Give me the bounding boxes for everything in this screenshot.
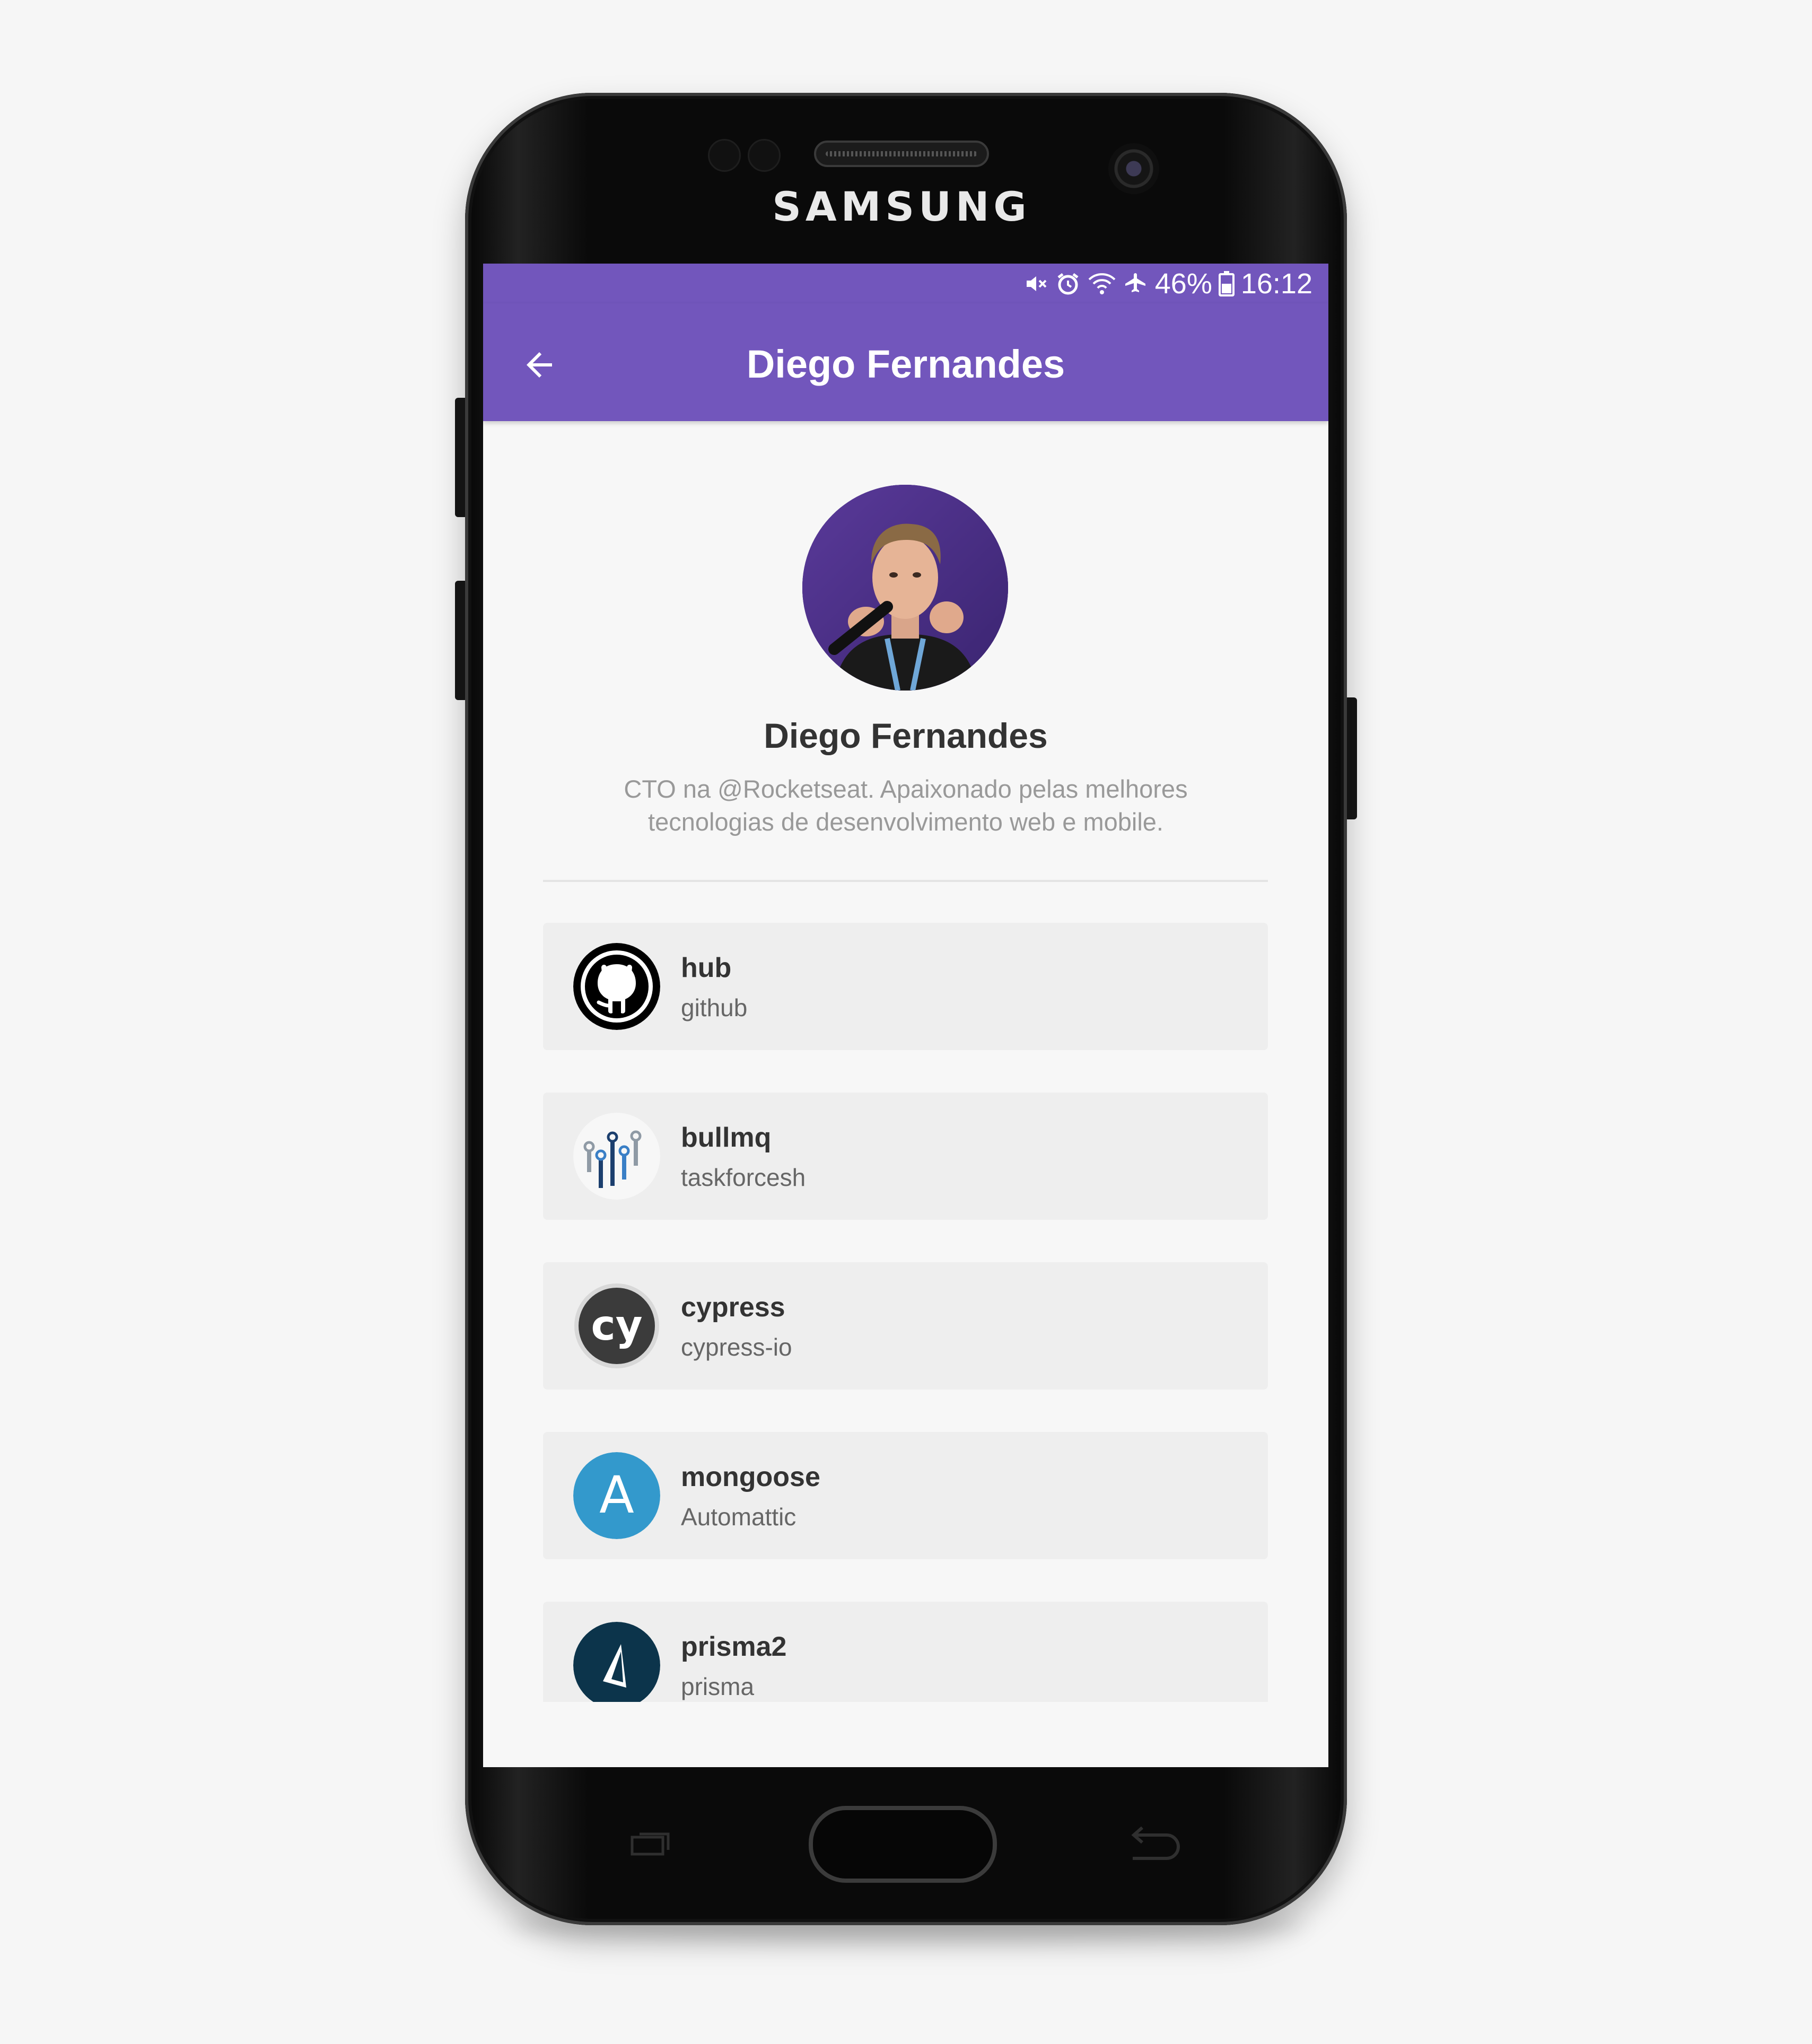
device-brand: SAMSUNG (772, 183, 1031, 230)
recents-key-icon[interactable] (630, 1830, 672, 1856)
page-title: Diego Fernandes (746, 342, 1065, 386)
divider (543, 880, 1268, 882)
bullmq-icon (573, 1113, 660, 1200)
earpiece-speaker (814, 141, 989, 167)
back-key-icon[interactable] (1124, 1824, 1183, 1862)
clock-time: 16:12 (1240, 267, 1312, 300)
repository-owner: Automattic (681, 1503, 796, 1531)
mute-icon (1026, 276, 1047, 291)
proximity-sensor (708, 139, 741, 172)
airplane-icon (1125, 273, 1145, 292)
repository-name: bullmq (681, 1122, 772, 1153)
repository-item[interactable]: bullmq taskforcesh (543, 1093, 1268, 1220)
repository-owner: cypress-io (681, 1333, 792, 1361)
repository-name: hub (681, 953, 732, 983)
alarm-icon (1057, 273, 1079, 294)
profile-bio-line: tecnologias de desenvolvimento web e mob… (648, 808, 1163, 836)
repository-item[interactable]: hub github (543, 923, 1268, 1050)
status-bar: 46% 16:12 (483, 264, 1328, 303)
repository-item[interactable]: A mongoose Automattic (543, 1432, 1268, 1559)
automattic-icon: A (573, 1452, 660, 1539)
repository-name: prisma2 (681, 1631, 787, 1662)
home-button[interactable] (809, 1806, 997, 1883)
app-screen: 46% 16:12 Diego Fernandes Diego Fernande… (483, 264, 1328, 1767)
front-camera-icon (1108, 143, 1159, 194)
cypress-icon: cy (573, 1282, 660, 1369)
profile-bio-line: CTO na @Rocketseat. Apaixonado pelas mel… (624, 775, 1188, 803)
repository-owner: taskforcesh (681, 1164, 806, 1191)
automattic-icon-text: A (599, 1465, 634, 1525)
repository-item[interactable]: prisma2 prisma (543, 1602, 1268, 1702)
battery-percentage: 46% (1154, 267, 1212, 300)
profile-name: Diego Fernandes (764, 716, 1048, 755)
profile-bio: CTO na @Rocketseat. Apaixonado pelas mel… (579, 773, 1233, 838)
cypress-icon-text: cy (591, 1302, 642, 1350)
repository-name: mongoose (681, 1462, 820, 1492)
repository-name: cypress (681, 1292, 785, 1323)
repository-owner: github (681, 994, 748, 1021)
wifi-icon (1088, 273, 1116, 294)
github-icon (573, 943, 660, 1030)
prisma-icon (573, 1622, 660, 1702)
repository-owner: prisma (681, 1673, 755, 1700)
repository-item[interactable]: cy cypress cypress-io (543, 1262, 1268, 1390)
profile-avatar (802, 485, 1008, 691)
light-sensor (748, 139, 781, 172)
battery-icon (1218, 270, 1235, 296)
repository-list[interactable]: hub github bullmq taskforcesh cy cypress… (543, 923, 1268, 1702)
app-header: Diego Fernandes (483, 303, 1328, 421)
